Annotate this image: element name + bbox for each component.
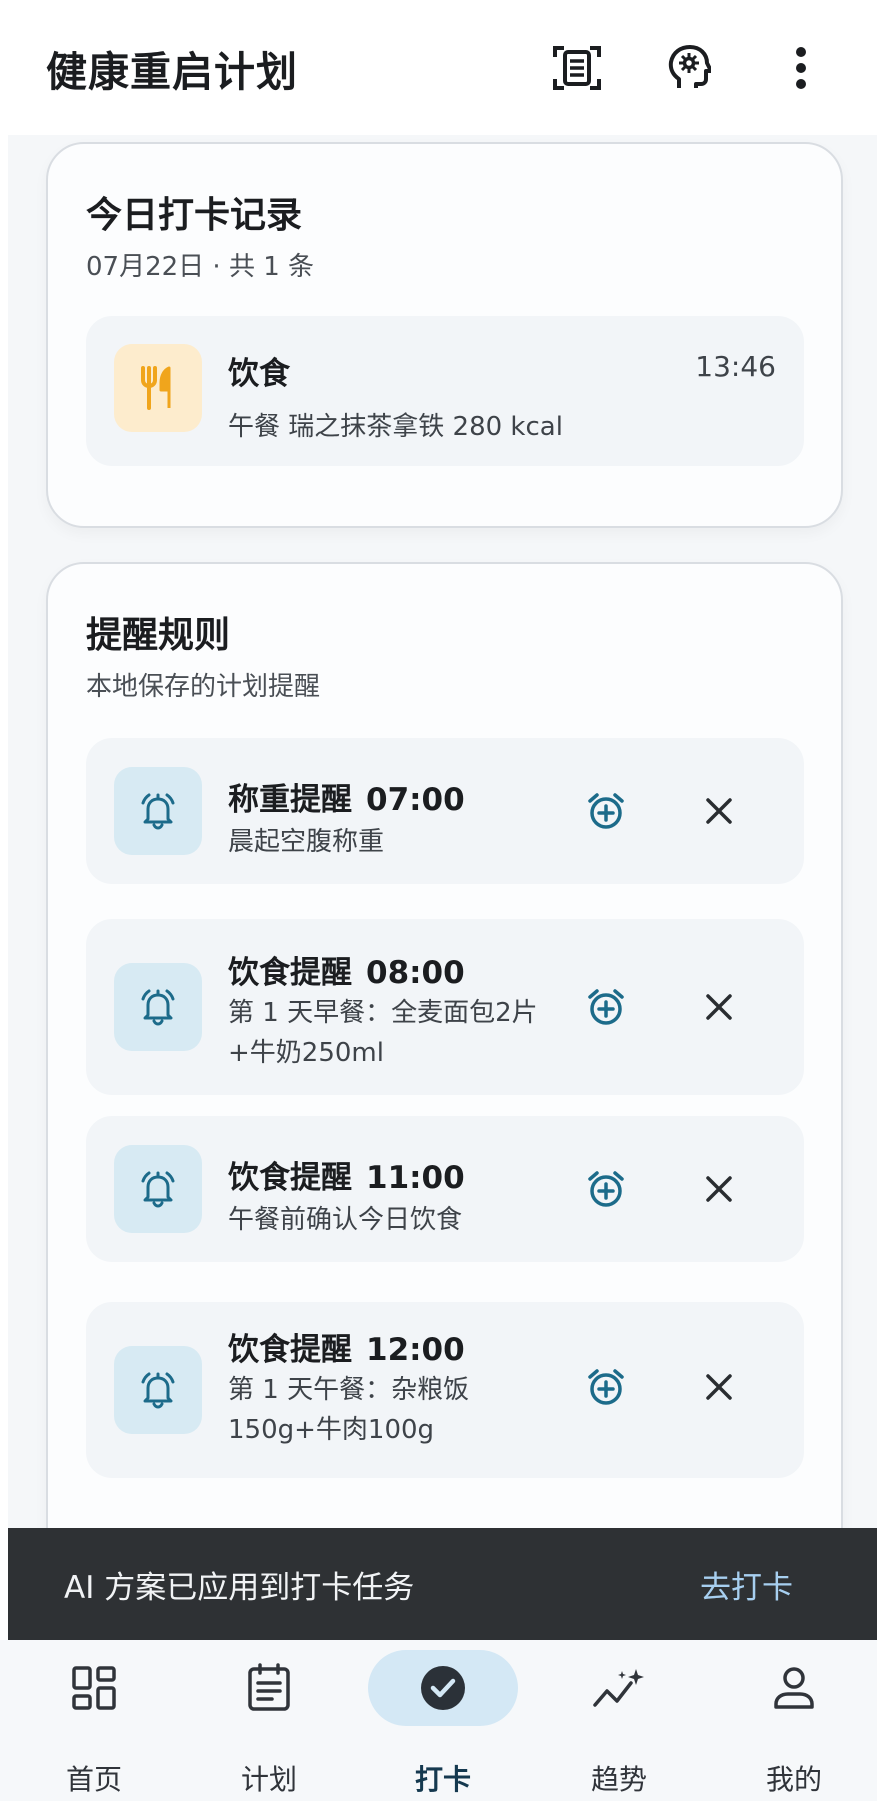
nav-item-trends[interactable]: 趋势 xyxy=(549,1640,689,1801)
close-icon xyxy=(706,1176,732,1202)
record-name: 饮食 xyxy=(228,356,290,392)
rule-icon-box xyxy=(114,1346,202,1434)
nav-item-plan[interactable]: 计划 xyxy=(199,1640,339,1801)
record-time: 13:46 xyxy=(695,350,776,383)
snooze-button[interactable] xyxy=(581,786,631,836)
nav-item-profile[interactable]: 我的 xyxy=(724,1640,864,1801)
rule-time: 12:00 xyxy=(366,1332,465,1368)
snackbar-message: AI 方案已应用到打卡任务 xyxy=(64,1570,415,1606)
rule-time: 11:00 xyxy=(366,1160,465,1196)
app-title: 健康重启计划 xyxy=(46,47,298,96)
alarm-add-icon xyxy=(588,1369,624,1405)
ai-head-icon xyxy=(668,44,711,88)
rule-name: 饮食提醒 xyxy=(228,1160,352,1196)
records-card-title: 今日打卡记录 xyxy=(86,195,303,236)
rule-description: 晨起空腹称重 xyxy=(228,827,385,857)
record-item[interactable]: 饮食 午餐 瑞之抹茶拿铁 280 kcal 13:46 xyxy=(86,316,804,466)
alarm-add-icon xyxy=(588,1171,624,1207)
snooze-button[interactable] xyxy=(581,982,631,1032)
record-icon-box xyxy=(114,344,202,432)
reminder-rule-item[interactable]: 饮食提醒 11:00 午餐前确认今日饮食 xyxy=(86,1116,804,1262)
rule-description: 午餐前确认今日饮食 xyxy=(228,1205,463,1235)
delete-rule-button[interactable] xyxy=(694,786,744,836)
alarm-add-icon xyxy=(588,793,624,829)
document-scan-icon xyxy=(553,45,601,90)
rule-description: 第 1 天早餐：全麦面包2片+牛奶250ml xyxy=(228,998,538,1068)
rule-icon-box xyxy=(114,963,202,1051)
rule-icon-box xyxy=(114,767,202,855)
rule-title: 饮食提醒 11:00 xyxy=(228,1152,465,1197)
alarm-bell-icon xyxy=(141,1372,175,1409)
snackbar: AI 方案已应用到打卡任务 去打卡 xyxy=(8,1528,877,1640)
record-description: 午餐 瑞之抹茶拿铁 280 kcal xyxy=(228,412,563,442)
more-vert-icon xyxy=(796,46,806,89)
nav-item-checkin[interactable]: 打卡 xyxy=(368,1640,518,1801)
close-icon xyxy=(706,994,732,1020)
screen-edge xyxy=(0,0,8,1801)
rule-icon-box xyxy=(114,1145,202,1233)
app-bar: 健康重启计划 xyxy=(0,0,877,135)
rule-name: 饮食提醒 xyxy=(228,955,352,991)
rule-name: 饮食提醒 xyxy=(228,1332,352,1368)
more-button[interactable] xyxy=(765,32,837,104)
rule-description: 第 1 天午餐：杂粮饭150g+牛肉100g xyxy=(228,1375,470,1445)
fork-knife-icon xyxy=(141,366,171,410)
rule-time: 07:00 xyxy=(366,782,465,818)
delete-rule-button[interactable] xyxy=(694,1362,744,1412)
nav-label: 趋势 xyxy=(590,1763,647,1796)
reminder-rule-item[interactable]: 饮食提醒 12:00 第 1 天午餐：杂粮饭150g+牛肉100g xyxy=(86,1302,804,1478)
alarm-bell-icon xyxy=(141,793,175,830)
reminder-rule-item[interactable]: 饮食提醒 08:00 第 1 天早餐：全麦面包2片+牛奶250ml xyxy=(86,919,804,1095)
delete-rule-button[interactable] xyxy=(694,1164,744,1214)
snackbar-action-button[interactable]: 去打卡 xyxy=(700,1562,793,1607)
snooze-button[interactable] xyxy=(581,1164,631,1214)
close-icon xyxy=(706,798,732,824)
alarm-add-icon xyxy=(588,989,624,1025)
trend-sparkle-icon xyxy=(592,1665,646,1711)
ai-assistant-button[interactable] xyxy=(653,32,725,104)
list-icon xyxy=(246,1663,292,1713)
rules-card-title: 提醒规则 xyxy=(86,615,231,656)
scan-button[interactable] xyxy=(541,32,613,104)
reminder-rules-card: 提醒规则 本地保存的计划提醒 称重提醒 07:00 晨起空腹称重 饮食提醒 08… xyxy=(46,562,843,1662)
records-card-subtitle: 07月22日 · 共 1 条 xyxy=(86,252,315,282)
dashboard-icon xyxy=(71,1665,117,1711)
nav-label: 计划 xyxy=(240,1763,297,1796)
person-icon xyxy=(772,1665,816,1711)
nav-label: 打卡 xyxy=(414,1763,471,1796)
rule-title: 饮食提醒 12:00 xyxy=(228,1324,465,1369)
rule-name: 称重提醒 xyxy=(228,782,352,818)
reminder-rule-item[interactable]: 称重提醒 07:00 晨起空腹称重 xyxy=(86,738,804,884)
close-icon xyxy=(706,1374,732,1400)
nav-label: 我的 xyxy=(765,1763,822,1796)
nav-item-home[interactable]: 首页 xyxy=(24,1640,164,1801)
delete-rule-button[interactable] xyxy=(694,982,744,1032)
rule-time: 08:00 xyxy=(366,955,465,991)
rules-card-subtitle: 本地保存的计划提醒 xyxy=(86,672,321,702)
alarm-bell-icon xyxy=(141,1171,175,1208)
today-records-card: 今日打卡记录 07月22日 · 共 1 条 饮食 午餐 瑞之抹茶拿铁 280 k… xyxy=(46,142,843,528)
app-screen: 健康重启计划 今日打卡记录 07月22日 · 共 1 条 饮食 午餐 瑞之抹茶拿… xyxy=(0,0,877,1801)
alarm-bell-icon xyxy=(141,989,175,1026)
check-circle-icon xyxy=(419,1664,467,1712)
snooze-button[interactable] xyxy=(581,1362,631,1412)
nav-label: 首页 xyxy=(65,1763,122,1796)
bottom-navigation: 首页 计划 打卡 趋势 我的 xyxy=(0,1640,877,1801)
rule-title: 称重提醒 07:00 xyxy=(228,774,465,819)
rule-title: 饮食提醒 08:00 xyxy=(228,947,465,992)
